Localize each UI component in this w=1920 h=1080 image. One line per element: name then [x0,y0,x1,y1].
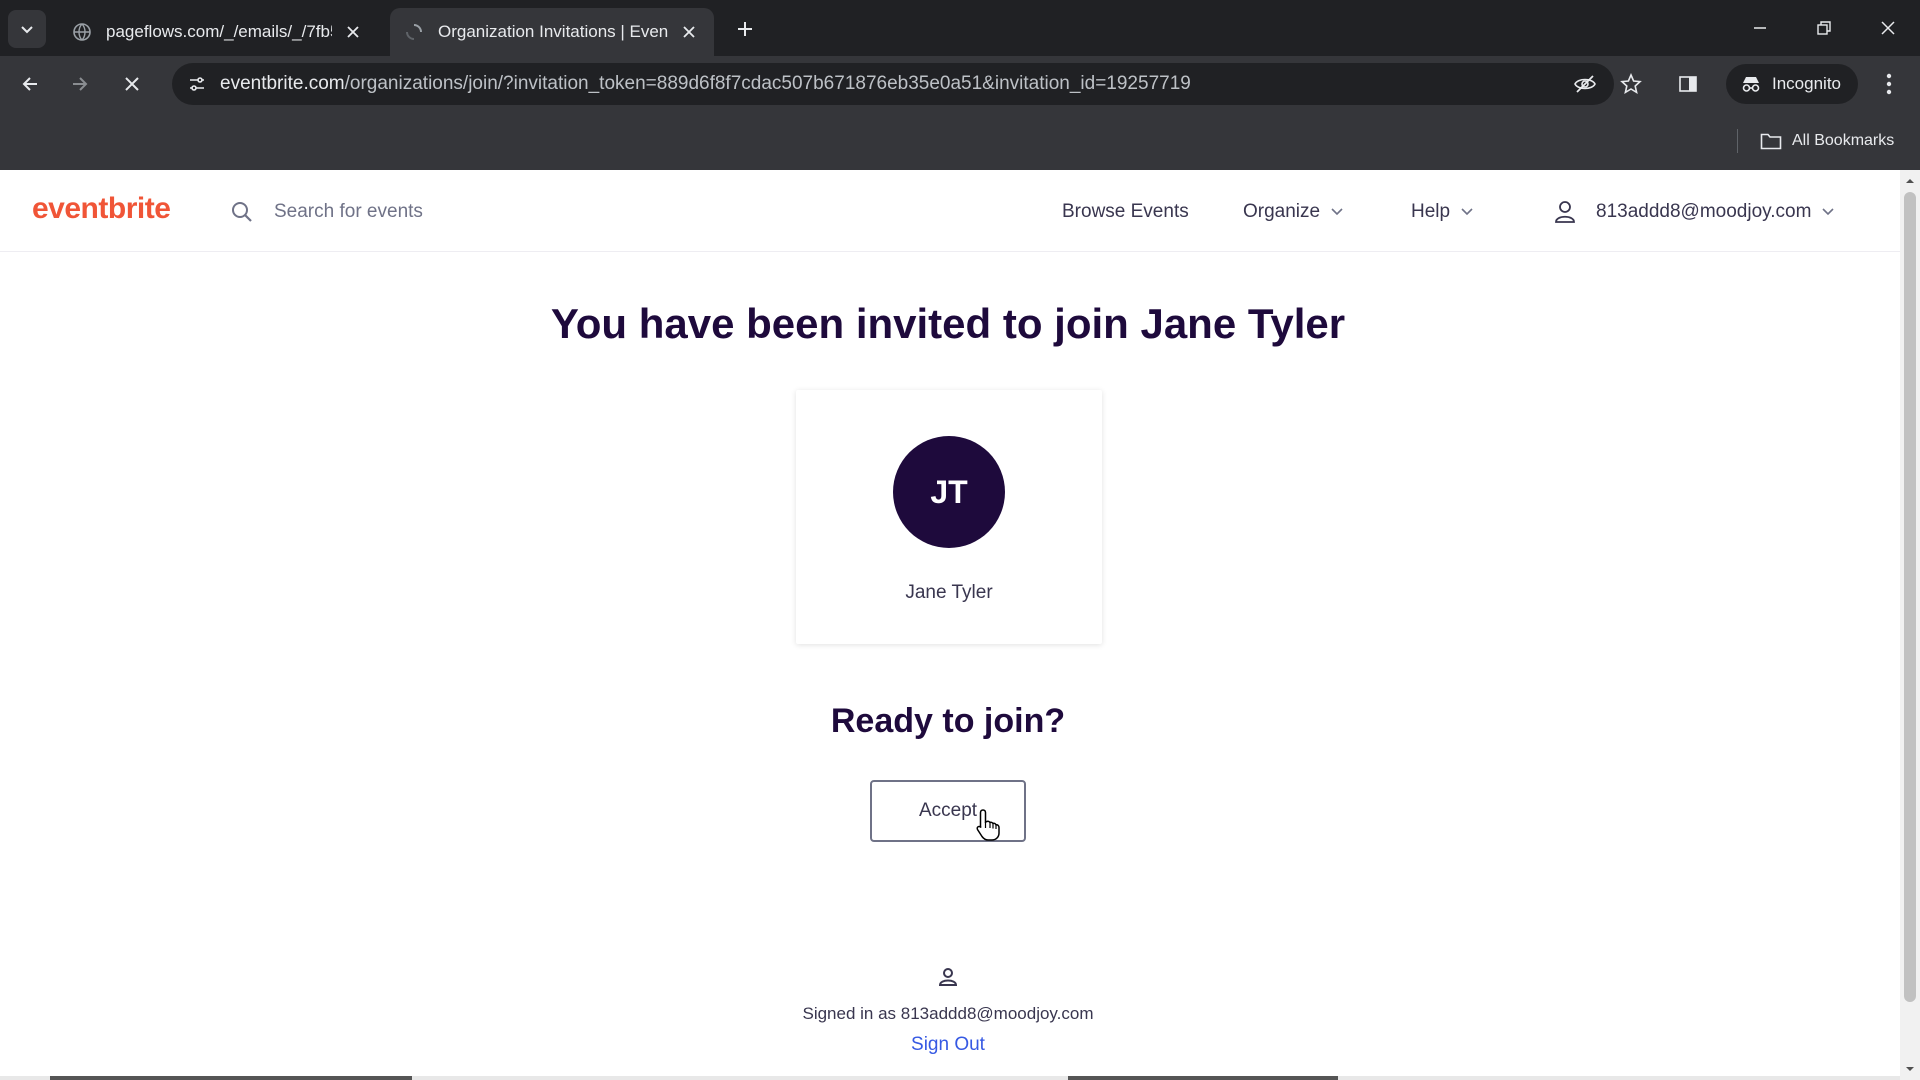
scroll-down-icon[interactable] [1905,1064,1915,1074]
folder-icon [1760,133,1782,150]
close-tab-icon[interactable] [342,21,364,43]
bookmarks-bar: All Bookmarks [0,112,1920,170]
chevron-down-icon [1460,207,1474,217]
organization-card: JT Jane Tyler [796,390,1102,644]
account-menu[interactable]: 813addd8@moodjoy.com [1552,194,1835,230]
eye-off-icon[interactable] [1572,71,1598,97]
eventbrite-logo[interactable]: eventbrite [32,192,171,226]
all-bookmarks-button[interactable]: All Bookmarks [1760,126,1894,156]
tab-pageflows[interactable]: pageflows.com/_/emails/_/7fb5 [58,8,378,56]
arrow-right-icon [73,77,88,91]
browser-menu-button[interactable] [1874,68,1904,100]
search-placeholder: Search for events [274,201,423,222]
nav-organize[interactable]: Organize [1243,194,1344,230]
organization-name: Jane Tyler [905,582,993,603]
incognito-icon [1742,77,1760,92]
page-loading-bar [0,1076,1900,1080]
restore-button[interactable] [1804,10,1844,46]
close-icon [1881,21,1895,35]
loading-segment [50,1076,412,1080]
page-scrollbar[interactable] [1900,170,1920,1080]
bookmarks-divider [1737,129,1738,153]
restore-icon [1817,21,1831,35]
web-page: eventbrite Search for events Browse Even… [0,170,1900,1080]
url-path: /organizations/join/?invitation_token=88… [344,73,1191,94]
side-panel-button[interactable] [1670,66,1706,102]
search-bar[interactable]: Search for events [230,194,423,230]
minimize-button[interactable] [1740,10,1780,46]
nav-browse-events[interactable]: Browse Events [1062,194,1189,230]
signed-in-text: Signed in as 813addd8@moodjoy.com [802,1004,1094,1023]
account-email: 813addd8@moodjoy.com [1596,201,1812,222]
hand-cursor-icon [976,809,1000,841]
browser-toolbar: eventbrite.com/organizations/join/?invit… [0,56,1920,112]
scroll-up-icon[interactable] [1905,176,1915,186]
loading-segment [1068,1076,1338,1080]
site-settings-icon[interactable] [184,71,210,97]
side-panel-icon [1679,76,1697,92]
nav-help[interactable]: Help [1411,194,1474,230]
nav-organize-label: Organize [1243,201,1321,222]
site-header: eventbrite Search for events Browse Even… [0,170,1900,252]
ready-to-join-heading: Ready to join? [830,702,1066,740]
close-tab-icon[interactable] [678,21,700,43]
url-host: eventbrite.com [220,73,345,94]
chevron-down-icon [1330,207,1344,217]
incognito-badge[interactable]: Incognito [1726,64,1858,104]
address-bar[interactable]: eventbrite.com/organizations/join/?invit… [172,63,1642,105]
sign-out-link[interactable]: Sign Out [911,1034,985,1055]
scrollbar-thumb[interactable] [1904,192,1916,1002]
minimize-icon [1754,27,1766,29]
tab-organization-invitations[interactable]: Organization Invitations | Event [390,8,714,56]
star-icon[interactable] [1618,71,1644,97]
incognito-label: Incognito [1772,74,1841,93]
plus-icon [738,22,752,36]
new-tab-button[interactable] [730,14,760,44]
chevron-down-icon [1821,207,1835,217]
url-text: eventbrite.com/organizations/join/?invit… [220,63,1191,105]
nav-help-label: Help [1411,201,1451,222]
tab-title: pageflows.com/_/emails/_/7fb5 [106,22,332,41]
user-icon [938,968,958,986]
browser-tab-bar: pageflows.com/_/emails/_/7fb5 Organizati… [0,0,1920,56]
globe-icon [72,22,92,42]
chevron-down-icon [21,26,33,34]
tab-title: Organization Invitations | Event [438,22,668,41]
more-vertical-icon [1886,73,1892,95]
sign-out-container: Sign Out [0,1034,1896,1056]
accept-button[interactable]: Accept [870,780,1026,842]
page-title: You have been invited to join Jane Tyler [550,300,1346,347]
all-bookmarks-label: All Bookmarks [1792,132,1895,149]
back-button[interactable] [12,66,48,102]
forward-button[interactable] [62,66,98,102]
close-icon [125,77,139,91]
search-icon [232,202,252,222]
tab-search-button[interactable] [8,10,46,48]
close-window-button[interactable] [1868,10,1908,46]
organization-avatar: JT [893,436,1005,548]
stop-loading-button[interactable] [114,66,150,102]
loading-icon [404,22,424,42]
nav-browse-label: Browse Events [1062,201,1189,222]
user-icon [1555,201,1575,223]
arrow-left-icon [22,77,37,91]
